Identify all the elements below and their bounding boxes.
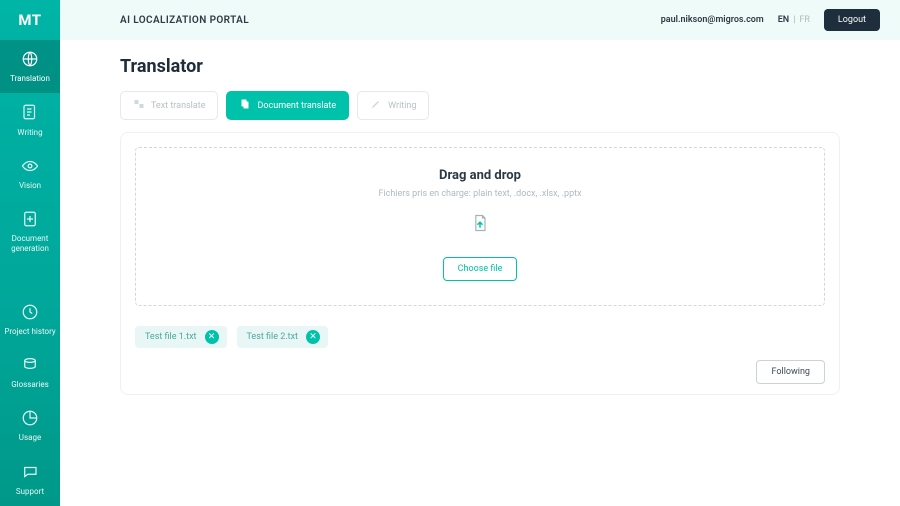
sidebar-item-support[interactable]: Support (0, 453, 60, 506)
sidebar-item-glossaries[interactable]: Glossaries (0, 346, 60, 399)
file-chip-name: Test file 1.txt (145, 332, 197, 342)
lang-en[interactable]: EN (778, 15, 789, 25)
remove-file-icon[interactable]: ✕ (205, 330, 219, 344)
main-column: AI LOCALIZATION PORTAL paul.nikson@migro… (60, 0, 900, 506)
sidebar-item-label: Glossaries (11, 380, 49, 389)
logout-button[interactable]: Logout (824, 9, 880, 31)
docgen-icon (21, 210, 39, 230)
app-root: MT Translation Writing Vision (0, 0, 900, 506)
sidebar-item-label: Writing (17, 128, 42, 137)
glossaries-icon (21, 356, 39, 376)
file-chip: Test file 2.txt ✕ (237, 326, 329, 348)
sidebar-bottom-group: Project history Glossaries Usage Support (0, 293, 60, 506)
translate-panel: Drag and drop Fichiers pris en charge: p… (120, 132, 840, 395)
sidebar-item-writing[interactable]: Writing (0, 93, 60, 146)
tab-label: Text translate (151, 101, 205, 111)
lang-fr[interactable]: FR (799, 15, 810, 25)
sidebar-item-label: Translation (10, 74, 50, 83)
choose-file-button[interactable]: Choose file (443, 257, 518, 281)
sidebar-top-group: Translation Writing Vision Document gene… (0, 40, 60, 263)
header: AI LOCALIZATION PORTAL paul.nikson@migro… (60, 0, 900, 40)
support-icon (21, 463, 39, 483)
content: Translator Text translate Document trans… (60, 40, 900, 415)
file-chips: Test file 1.txt ✕ Test file 2.txt ✕ (135, 326, 825, 348)
sidebar-item-label: Support (16, 487, 44, 496)
sidebar-item-label: Project history (4, 327, 55, 336)
sidebar-item-docgen[interactable]: Document generation (0, 200, 60, 263)
page-title: Translator (120, 56, 840, 77)
remove-file-icon[interactable]: ✕ (306, 330, 320, 344)
document-translate-icon (239, 98, 251, 113)
dropzone-subtitle: Fichiers pris en charge: plain text, .do… (378, 189, 581, 199)
sidebar-item-history[interactable]: Project history (0, 293, 60, 346)
sidebar-item-label: Vision (19, 181, 41, 190)
logo: MT (0, 0, 60, 40)
tab-document-translate[interactable]: Document translate (226, 91, 349, 120)
portal-title: AI LOCALIZATION PORTAL (120, 15, 249, 26)
sidebar: MT Translation Writing Vision (0, 0, 60, 506)
lang-separator: | (793, 15, 795, 25)
file-chip-name: Test file 2.txt (247, 332, 299, 342)
sidebar-item-label: Usage (19, 433, 41, 442)
following-button[interactable]: Following (756, 360, 825, 384)
pencil-icon (370, 98, 382, 113)
panel-footer: Following (135, 360, 825, 384)
sidebar-spacer (0, 263, 60, 293)
history-icon (21, 303, 39, 323)
tabs: Text translate Document translate Writin… (120, 91, 840, 120)
tab-label: Writing (388, 101, 416, 111)
vision-icon (21, 157, 39, 177)
file-chip: Test file 1.txt ✕ (135, 326, 227, 348)
user-email: paul.nikson@migros.com (661, 15, 764, 25)
sidebar-item-translation[interactable]: Translation (0, 40, 60, 93)
tab-writing[interactable]: Writing (357, 91, 429, 120)
tab-text-translate[interactable]: Text translate (120, 91, 218, 120)
sidebar-item-usage[interactable]: Usage (0, 399, 60, 452)
language-switch: EN | FR (778, 15, 810, 25)
dropzone-title: Drag and drop (439, 168, 521, 183)
translate-icon (21, 50, 39, 70)
writing-icon (21, 103, 39, 123)
text-translate-icon (133, 98, 145, 113)
dropzone[interactable]: Drag and drop Fichiers pris en charge: p… (135, 147, 825, 306)
sidebar-item-vision[interactable]: Vision (0, 147, 60, 200)
upload-file-icon (469, 213, 491, 237)
tab-label: Document translate (257, 101, 336, 111)
usage-icon (21, 409, 39, 429)
sidebar-item-label: Document generation (2, 234, 58, 252)
